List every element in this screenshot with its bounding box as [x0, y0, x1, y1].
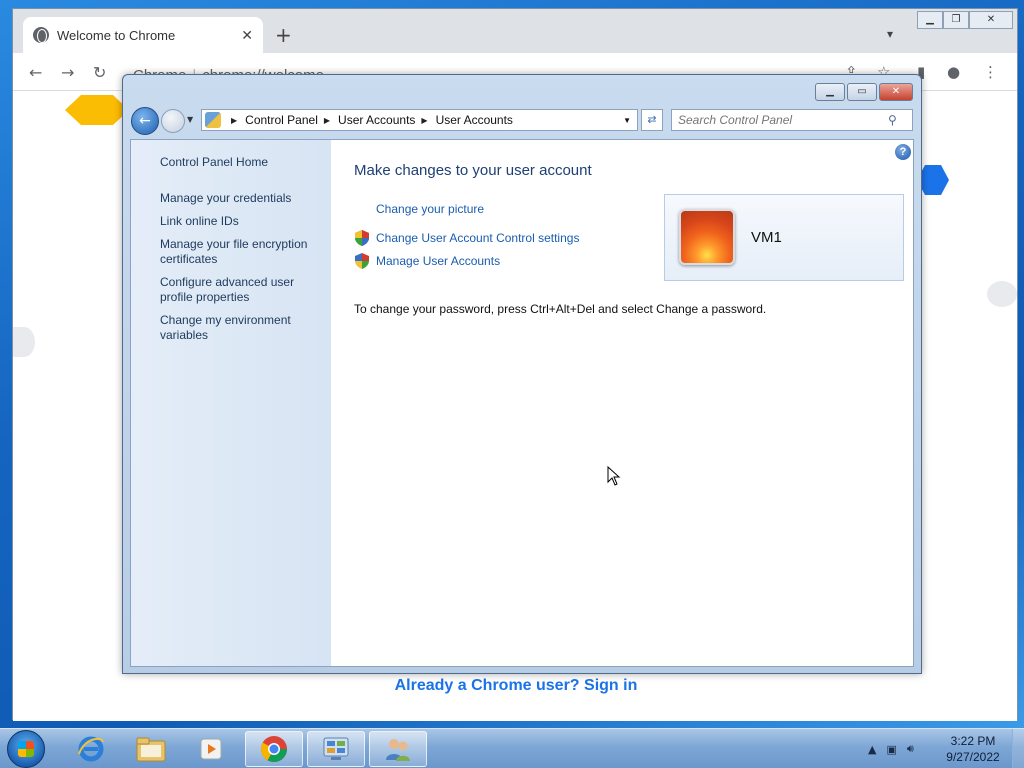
tab-title: Welcome to Chrome — [57, 27, 176, 43]
chrome-icon — [260, 736, 288, 763]
decorative-circle — [987, 281, 1017, 307]
breadcrumb-arrow-icon[interactable]: ▶ — [421, 116, 427, 125]
back-button[interactable]: ← — [131, 107, 159, 135]
sidebar-link-advanced-profile[interactable]: Configure advanced user profile properti… — [160, 275, 320, 305]
chrome-tabstrip: Welcome to Chrome ✕ + ▾ ▁ ❐ ✕ — [13, 9, 1017, 53]
tab-search-chevron-icon[interactable]: ▾ — [887, 27, 893, 41]
taskbar-media-player[interactable] — [182, 731, 240, 767]
sidebar-link-online-ids[interactable]: Link online IDs — [160, 214, 320, 229]
task-link-change-picture[interactable]: Change your picture — [376, 202, 484, 216]
new-tab-button[interactable]: + — [275, 25, 292, 45]
menu-kebab-icon[interactable]: ⋮ — [983, 63, 998, 81]
system-tray: ▲ ▣ 🔊︎ — [868, 729, 914, 768]
decorative-shape — [13, 327, 35, 357]
tab-close-icon[interactable]: ✕ — [241, 27, 253, 44]
chrome-tab-welcome[interactable]: Welcome to Chrome ✕ — [23, 17, 263, 53]
sidebar-link-manage-credentials[interactable]: Manage your credentials — [160, 191, 320, 206]
taskbar: ▲ ▣ 🔊︎ 3:22 PM 9/27/2022 — [0, 728, 1024, 768]
chrome-window-controls: ▁ ❐ ✕ — [917, 11, 1013, 29]
search-input[interactable] — [678, 113, 888, 127]
sidebar-link-control-panel-home[interactable]: Control Panel Home — [160, 155, 320, 170]
page-title: Make changes to your user account — [354, 162, 592, 179]
restore-button[interactable]: ❐ — [943, 11, 969, 29]
start-button[interactable] — [7, 730, 45, 768]
control-panel-icon — [323, 737, 349, 760]
sidebar-link-environment-variables[interactable]: Change my environment variables — [160, 313, 320, 343]
globe-icon — [33, 27, 49, 43]
user-account-tile: VM1 — [664, 194, 904, 281]
taskbar-user-accounts[interactable] — [369, 731, 427, 767]
breadcrumb-user-accounts-current[interactable]: User Accounts — [436, 113, 513, 127]
back-arrow-icon[interactable]: ← — [29, 63, 42, 82]
address-dropdown-icon[interactable]: ▼ — [623, 116, 631, 125]
control-panel-icon — [205, 112, 221, 128]
forward-arrow-icon[interactable]: → — [61, 63, 74, 82]
internet-explorer-icon — [78, 736, 104, 762]
address-bar[interactable]: ▶ Control Panel ▶ User Accounts ▶ User A… — [201, 109, 638, 131]
network-icon[interactable]: ▣ — [886, 743, 896, 756]
recent-pages-chevron-icon[interactable]: ▼ — [187, 115, 193, 124]
mouse-cursor-icon — [607, 466, 621, 486]
reload-icon[interactable]: ↻ — [93, 63, 106, 82]
breadcrumb-control-panel[interactable]: Control Panel — [245, 113, 318, 127]
show-desktop-button[interactable] — [1012, 729, 1024, 768]
taskbar-internet-explorer[interactable] — [62, 731, 120, 767]
search-box[interactable]: ⚲ — [671, 109, 913, 131]
clock-date: 9/27/2022 — [946, 750, 1000, 764]
cp-content-area: Control Panel Home Manage your credentia… — [130, 139, 914, 667]
avatar[interactable] — [679, 209, 735, 265]
taskbar-google-chrome[interactable] — [245, 731, 303, 767]
search-icon[interactable]: ⚲ — [888, 113, 897, 127]
minimize-button[interactable]: ▁ — [917, 11, 943, 29]
clock[interactable]: 3:22 PM 9/27/2022 — [940, 733, 1006, 765]
refresh-button[interactable]: ⇄ — [641, 109, 663, 131]
control-panel-window: ▁ ▭ ✕ ← ▼ ▶ Control Panel ▶ User Account… — [122, 74, 922, 674]
cp-main-panel: ? Make changes to your user account Chan… — [331, 140, 915, 666]
clock-time: 3:22 PM — [950, 734, 996, 748]
close-button[interactable]: ✕ — [969, 11, 1013, 29]
cp-window-controls: ▁ ▭ ✕ — [815, 83, 913, 101]
signin-link[interactable]: Already a Chrome user? Sign in — [13, 677, 1019, 695]
volume-icon[interactable]: 🔊︎ — [907, 742, 914, 756]
password-note: To change your password, press Ctrl+Alt+… — [354, 302, 767, 316]
decorative-hexagon — [65, 95, 129, 125]
uac-shield-icon — [355, 253, 369, 269]
cp-close-button[interactable]: ✕ — [879, 83, 913, 101]
breadcrumb-arrow-icon[interactable]: ▶ — [231, 116, 237, 125]
media-player-icon — [200, 738, 222, 760]
cp-minimize-button[interactable]: ▁ — [815, 83, 845, 101]
task-link-uac-settings[interactable]: Change User Account Control settings — [376, 231, 579, 245]
uac-shield-icon — [355, 230, 369, 246]
breadcrumb-arrow-icon[interactable]: ▶ — [324, 116, 330, 125]
show-hidden-icons-chevron-icon[interactable]: ▲ — [868, 743, 876, 756]
profile-avatar-icon[interactable]: ● — [947, 63, 960, 81]
users-icon — [386, 739, 410, 761]
help-icon[interactable]: ? — [895, 144, 911, 160]
breadcrumb-user-accounts[interactable]: User Accounts — [338, 113, 415, 127]
user-name: VM1 — [751, 229, 782, 246]
forward-button[interactable] — [161, 109, 185, 133]
taskbar-windows-explorer[interactable] — [122, 731, 180, 767]
cp-maximize-button[interactable]: ▭ — [847, 83, 877, 101]
taskbar-control-panel[interactable] — [307, 731, 365, 767]
folder-icon — [136, 737, 166, 762]
task-link-manage-accounts[interactable]: Manage User Accounts — [376, 254, 500, 268]
cp-sidebar: Control Panel Home Manage your credentia… — [131, 140, 331, 666]
sidebar-link-file-encryption[interactable]: Manage your file encryption certificates — [160, 237, 320, 267]
